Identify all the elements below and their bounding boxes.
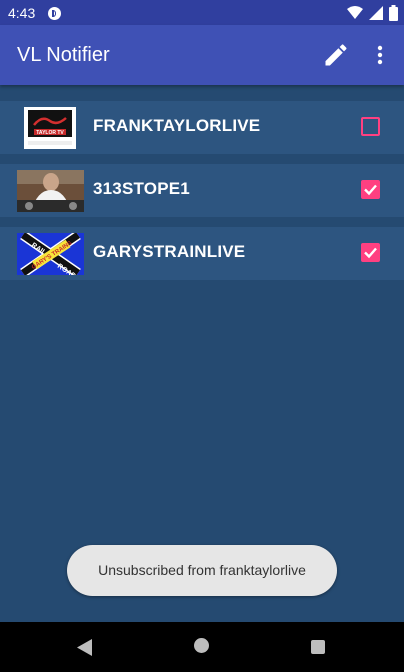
channel-thumbnail: TAYLOR TV	[24, 107, 76, 149]
list-item[interactable]: 313STOPE1	[0, 164, 404, 217]
subscribe-checkbox[interactable]	[361, 243, 380, 262]
svg-text:TAYLOR TV: TAYLOR TV	[36, 130, 64, 136]
subscribe-checkbox[interactable]	[361, 117, 380, 136]
wifi-icon	[347, 6, 363, 19]
battery-icon	[389, 5, 398, 21]
more-options-button[interactable]	[370, 41, 390, 69]
status-icons	[347, 5, 398, 21]
status-bar: 4:43	[0, 0, 404, 25]
checkmark-icon	[364, 184, 377, 196]
toast-message: Unsubscribed from franktaylorlive	[67, 545, 337, 596]
dj-photo-icon	[17, 170, 84, 212]
nav-recents-icon[interactable]	[311, 640, 325, 654]
cell-signal-icon	[369, 6, 383, 20]
channel-thumbnail: RAIL ROAD GARY'S TRAINS	[17, 233, 84, 275]
nav-back-icon[interactable]	[77, 639, 93, 656]
subscribe-checkbox[interactable]	[361, 180, 380, 199]
list-item[interactable]: TAYLOR TV FRANKTAYLORLIVE	[0, 101, 404, 154]
edit-pencil-icon	[325, 44, 347, 66]
channel-name: FRANKTAYLORLIVE	[93, 116, 261, 135]
pocket-cast-icon	[48, 7, 61, 20]
app-title: VL Notifier	[17, 44, 110, 66]
app-bar: VL Notifier	[0, 25, 404, 85]
nav-home-icon[interactable]	[194, 638, 209, 653]
edit-button[interactable]	[322, 41, 350, 69]
channel-thumbnail	[17, 170, 84, 212]
status-time: 4:43	[8, 5, 36, 21]
more-vert-icon	[377, 45, 383, 65]
channel-name: GARYSTRAINLIVE	[93, 242, 246, 261]
channel-name: 313STOPE1	[93, 179, 190, 198]
taylor-tv-logo-icon: TAYLOR TV	[24, 107, 76, 149]
checkmark-icon	[364, 247, 377, 259]
railroad-crossing-logo-icon: RAIL ROAD GARY'S TRAINS	[17, 233, 84, 275]
list-item[interactable]: RAIL ROAD GARY'S TRAINS GARYSTRAINLIVE	[0, 227, 404, 280]
